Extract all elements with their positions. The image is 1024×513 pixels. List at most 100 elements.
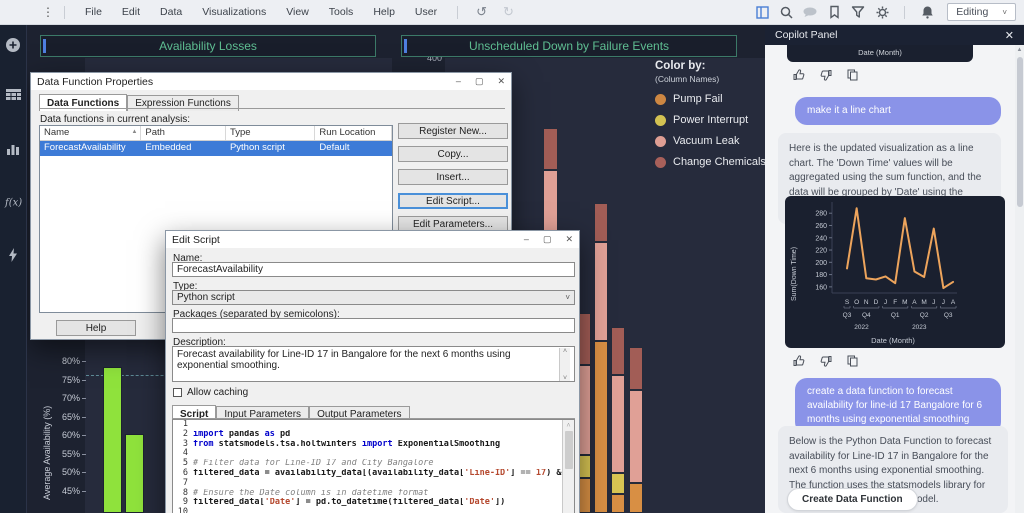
visualizations-icon[interactable]: [0, 135, 27, 162]
code-scrollbar[interactable]: ˄: [562, 420, 574, 513]
dfp-dialog-title: Data Function Properties: [37, 76, 153, 88]
legend-item-label: Pump Fail: [673, 93, 723, 105]
scroll-up-icon[interactable]: ˄: [563, 348, 567, 355]
name-field[interactable]: ForecastAvailability: [172, 262, 575, 277]
legend-item-power-interrupt[interactable]: Power Interrupt: [655, 114, 775, 126]
stacked-bar-segment-pump_fail[interactable]: [629, 483, 643, 513]
viz-accent-bar: [43, 39, 46, 53]
dfp-button-copy[interactable]: Copy...: [398, 146, 508, 162]
dfp-column-header-name[interactable]: Name▲: [40, 126, 141, 140]
minimize-icon[interactable]: –: [524, 234, 529, 245]
dfp-column-header-type[interactable]: Type: [226, 126, 315, 140]
viz-title-unscheduled-down[interactable]: Unscheduled Down by Failure Events: [401, 35, 737, 57]
menu-item-file[interactable]: File: [75, 6, 112, 18]
copilot-line-chart-card[interactable]: 160180200220240260280Sum(Down Time)SONDJ…: [785, 196, 1005, 348]
close-icon[interactable]: ✕: [565, 234, 573, 245]
scroll-down-icon[interactable]: ˅: [563, 375, 567, 382]
x-axis-month-label: J: [942, 299, 945, 306]
allow-caching-checkbox[interactable]: [173, 388, 182, 397]
data-table-icon[interactable]: [0, 82, 27, 109]
copilot-panel-header[interactable]: Copilot Panel ✕: [765, 25, 1024, 45]
dfp-button-edit-script[interactable]: Edit Script...: [398, 193, 508, 209]
scrollbar-thumb[interactable]: [565, 431, 573, 469]
notifications-bell-icon[interactable]: [915, 3, 939, 21]
scroll-up-icon[interactable]: ▲: [1015, 45, 1024, 53]
dfp-dialog-titlebar[interactable]: Data Function Properties – ▢ ✕: [31, 73, 511, 90]
data-functions-icon[interactable]: f(x): [0, 188, 27, 215]
y-axis-tick: 60%: [50, 430, 80, 440]
stacked-bar-segment-change_chemicals[interactable]: [611, 327, 625, 375]
legend-item-change-chemicals[interactable]: Change Chemicals: [655, 156, 775, 168]
edit-script-titlebar[interactable]: Edit Script – ▢ ✕: [166, 231, 579, 248]
legend-item-vacuum-leak[interactable]: Vacuum Leak: [655, 135, 775, 147]
menu-item-help[interactable]: Help: [363, 6, 405, 18]
dfp-column-header-run-location[interactable]: Run Location: [315, 126, 392, 140]
thumbs-up-icon[interactable]: [793, 69, 805, 81]
bookmark-icon[interactable]: [822, 3, 846, 21]
menu-item-tools[interactable]: Tools: [319, 6, 364, 18]
menu-item-view[interactable]: View: [276, 6, 319, 18]
maximize-icon[interactable]: ▢: [543, 234, 552, 245]
filter-icon[interactable]: [846, 3, 870, 21]
thumbs-up-icon[interactable]: [793, 355, 805, 367]
stacked-bar-segment-pump_fail[interactable]: [594, 341, 608, 513]
copy-icon[interactable]: [847, 355, 858, 367]
stacked-bar-segment-power_interrupt[interactable]: [611, 473, 625, 494]
script-code-editor[interactable]: 12import pandas as pd3from statsmodels.t…: [172, 419, 575, 513]
help-button[interactable]: Help: [56, 320, 136, 336]
undo-icon[interactable]: ↺: [468, 4, 495, 20]
maximize-icon[interactable]: ▢: [475, 76, 484, 87]
menu-item-user[interactable]: User: [405, 6, 447, 18]
automation-lightning-icon[interactable]: [0, 241, 27, 268]
type-select[interactable]: Python script ˅: [172, 290, 575, 305]
x-axis-month-label: A: [912, 299, 917, 306]
legend-item-pump-fail[interactable]: Pump Fail: [655, 93, 775, 105]
scrollbar-thumb[interactable]: [1017, 57, 1023, 207]
menu-item-data[interactable]: Data: [150, 6, 192, 18]
availability-bar[interactable]: [125, 434, 144, 513]
add-icon[interactable]: [0, 31, 27, 58]
menu-item-visualizations[interactable]: Visualizations: [192, 6, 276, 18]
code-line-text: import pandas as pd: [193, 430, 290, 440]
stacked-bar-segment-vacuum_leak[interactable]: [629, 390, 643, 483]
thumbs-down-icon[interactable]: [820, 355, 832, 367]
y-axis-tick-mark: [82, 472, 86, 473]
y-axis-tick-mark: [82, 380, 86, 381]
copy-icon[interactable]: [847, 69, 858, 81]
close-icon[interactable]: ✕: [497, 76, 505, 87]
description-scrollbar[interactable]: ˄ ˅: [559, 348, 570, 382]
stacked-bar-segment-vacuum_leak[interactable]: [611, 375, 625, 473]
settings-gear-icon[interactable]: [870, 3, 894, 21]
editing-mode-dropdown[interactable]: Editing ˅: [947, 3, 1016, 21]
comments-icon[interactable]: [798, 3, 822, 21]
stacked-bar-segment-pump_fail[interactable]: [611, 494, 625, 513]
close-icon[interactable]: ✕: [1005, 29, 1014, 42]
x-axis-quarter-label: Q1: [891, 312, 900, 319]
packages-field[interactable]: [172, 318, 575, 333]
redo-icon[interactable]: ↻: [495, 4, 522, 20]
availability-bar[interactable]: [103, 367, 122, 513]
create-data-function-button[interactable]: Create Data Function: [787, 488, 918, 511]
minimize-icon[interactable]: –: [456, 76, 461, 87]
scroll-up-icon[interactable]: ˄: [567, 420, 571, 429]
stacked-bar-segment-vacuum_leak[interactable]: [594, 242, 608, 341]
table-row[interactable]: ForecastAvailabilityEmbeddedPython scrip…: [40, 141, 392, 156]
dfp-button-register-new[interactable]: Register New...: [398, 123, 508, 139]
menu-item-edit[interactable]: Edit: [112, 6, 150, 18]
x-axis-month-label: S: [845, 299, 850, 306]
dfp-column-header-path[interactable]: Path: [141, 126, 226, 140]
description-field[interactable]: Forecast availability for Line-ID 17 in …: [172, 346, 575, 382]
divider: [457, 6, 458, 19]
search-icon[interactable]: [774, 3, 798, 21]
stacked-bar-segment-change_chemicals[interactable]: [629, 347, 643, 390]
stacked-bar-segment-change_chemicals[interactable]: [543, 128, 558, 170]
panel-layout-icon[interactable]: [750, 3, 774, 21]
stacked-bar-segment-change_chemicals[interactable]: [594, 203, 608, 242]
viz-title-availability-losses[interactable]: Availability Losses: [40, 35, 376, 57]
down-time-line-series[interactable]: [847, 208, 953, 288]
dfp-button-insert[interactable]: Insert...: [398, 169, 508, 185]
kebab-menu-icon[interactable]: ⋮: [42, 5, 54, 19]
copilot-scrollbar[interactable]: ▲: [1015, 45, 1024, 513]
thumbs-down-icon[interactable]: [820, 69, 832, 81]
x-axis-quarter-label: Q2: [920, 312, 929, 319]
